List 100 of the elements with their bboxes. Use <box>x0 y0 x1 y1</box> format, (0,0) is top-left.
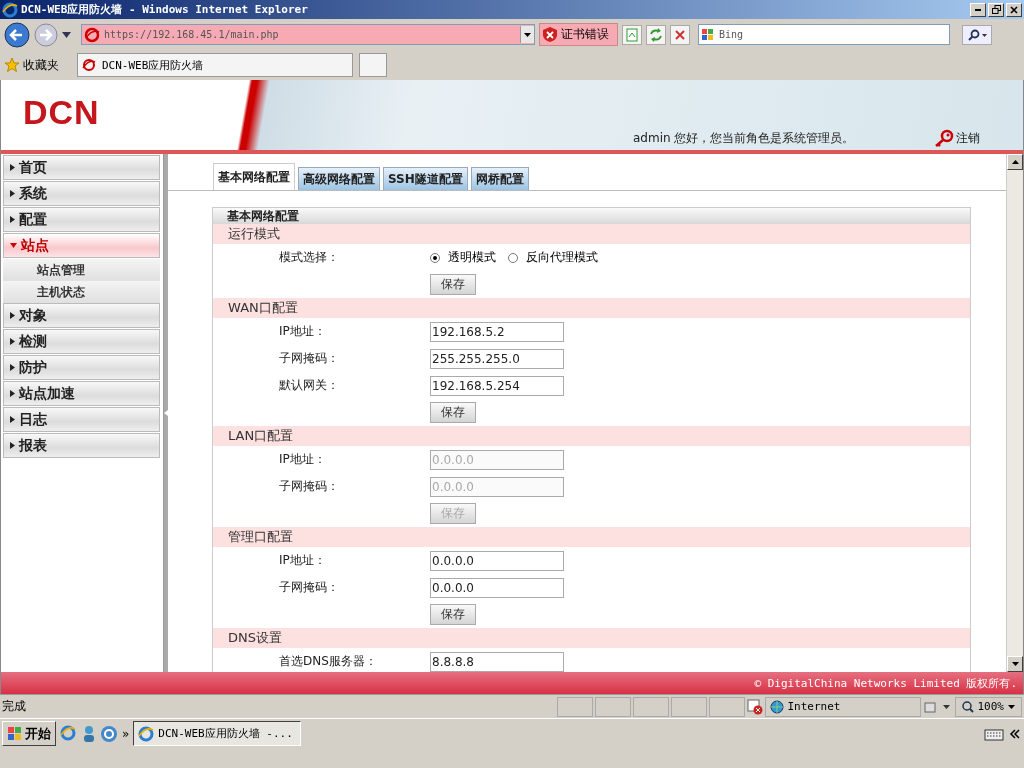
field-label: 模式选择： <box>278 249 340 266</box>
input-field[interactable]: 255.255.255.0 <box>430 348 564 369</box>
status-pane <box>556 696 593 717</box>
ie-logo-icon <box>2 1 18 18</box>
down-arrow-icon <box>1011 662 1019 666</box>
close-button[interactable] <box>1006 2 1022 17</box>
refresh-button[interactable] <box>646 24 666 45</box>
caret-right-icon <box>10 338 15 345</box>
stop-icon <box>674 28 686 41</box>
save-button[interactable]: 保存 <box>430 604 476 625</box>
scroll-up-button[interactable] <box>1007 154 1023 170</box>
blocked-icon <box>746 698 763 715</box>
status-pane <box>670 696 707 717</box>
scrollbar[interactable] <box>1006 154 1023 672</box>
circle-app-icon[interactable] <box>100 724 118 743</box>
input-field[interactable]: 8.8.8.8 <box>430 651 564 672</box>
scroll-down-button[interactable] <box>1007 656 1023 672</box>
sidebar-item[interactable]: 站点加速 <box>3 381 160 406</box>
caret-right-icon <box>10 390 15 397</box>
favorites-label: 收藏夹 <box>23 56 59 74</box>
sidebar-item[interactable]: 站点 <box>3 233 160 258</box>
browser-icon[interactable] <box>60 724 78 743</box>
stop-button[interactable] <box>670 24 690 45</box>
section-heading: LAN口配置 <box>213 426 970 446</box>
browser-icon <box>138 725 155 742</box>
collapse-arrow-icon <box>164 410 168 416</box>
sidebar-subitem[interactable]: 主机状态 <box>3 281 160 303</box>
logo: DCN <box>23 92 101 132</box>
radio-button[interactable] <box>430 252 440 263</box>
logout-link[interactable]: 注销 <box>934 129 981 150</box>
taskbar-button[interactable]: DCN-WEB应用防火墙 -... <box>133 721 302 746</box>
radio-button[interactable] <box>508 252 518 263</box>
tab[interactable]: 基本网络配置 <box>213 163 295 190</box>
greeting-text: admin 您好，您当前角色是系统管理员。 <box>633 130 855 147</box>
sidebar-item[interactable]: 对象 <box>3 303 160 328</box>
tab[interactable]: SSH隧道配置 <box>383 167 468 190</box>
windows-flag-icon <box>701 27 715 42</box>
minimize-icon <box>975 8 981 11</box>
zoom-control[interactable]: 100% <box>954 696 1022 717</box>
search-icon <box>967 28 987 41</box>
dropdown-arrow-icon[interactable] <box>62 31 71 38</box>
splitter-handle[interactable] <box>164 154 168 672</box>
cert-error-text: 证书错误 <box>561 26 609 43</box>
people-icon[interactable] <box>82 724 96 743</box>
sidebar-item[interactable]: 防护 <box>3 355 160 380</box>
sidebar-item[interactable]: 检测 <box>3 329 160 354</box>
certificate-error-button[interactable]: 证书错误 <box>539 23 618 46</box>
sidebar-item[interactable]: 系统 <box>3 181 160 206</box>
field-label: IP地址： <box>278 451 327 468</box>
search-button[interactable] <box>962 24 992 45</box>
input-field[interactable]: 192.168.5.254 <box>430 375 564 396</box>
star-icon <box>4 57 20 73</box>
sidebar-item[interactable]: 日志 <box>3 407 160 432</box>
page-icon <box>84 26 100 43</box>
back-icon[interactable] <box>4 21 30 48</box>
minimize-button[interactable] <box>970 2 986 17</box>
up-arrow-icon <box>1011 160 1019 164</box>
save-button[interactable]: 保存 <box>430 274 476 295</box>
search-field[interactable]: Bing <box>698 24 950 45</box>
sidebar-item[interactable]: 配置 <box>3 207 160 232</box>
save-button[interactable]: 保存 <box>430 402 476 423</box>
globe-icon <box>769 699 784 714</box>
status-text: 完成 <box>2 698 27 715</box>
start-button[interactable]: 开始 <box>2 721 56 746</box>
maximize-button[interactable] <box>988 2 1004 17</box>
refresh-icon <box>649 27 663 42</box>
radio-option[interactable]: 反向代理模式 <box>508 249 598 266</box>
section-heading: 运行模式 <box>213 224 970 244</box>
more-button[interactable]: » <box>122 726 130 741</box>
section-heading: 管理口配置 <box>213 527 970 547</box>
restore-icon <box>991 5 1001 14</box>
windows-flag-icon <box>7 725 23 742</box>
tab[interactable]: 高级网络配置 <box>298 167 380 190</box>
browser-tab[interactable]: DCN-WEB应用防火墙 <box>77 53 353 77</box>
sidebar-subitem[interactable]: 站点管理 <box>3 259 160 281</box>
section-heading: DNS设置 <box>213 628 970 648</box>
key-icon <box>934 129 955 147</box>
input-field[interactable]: 0.0.0.0 <box>430 577 564 598</box>
address-dropdown-button[interactable] <box>520 26 534 43</box>
close-icon <box>1010 5 1018 14</box>
field-label: 子网掩码： <box>278 478 340 495</box>
address-bar[interactable]: https://192.168.45.1/main.php <box>81 24 535 45</box>
sidebar-item[interactable]: 首页 <box>3 155 160 180</box>
sidebar-item[interactable]: 报表 <box>3 433 160 458</box>
caret-icon <box>1008 704 1015 709</box>
radio-option[interactable]: 透明模式 <box>430 249 496 266</box>
security-zone: Internet <box>764 696 921 717</box>
input-field[interactable]: 192.168.5.2 <box>430 321 564 342</box>
field-label: 子网掩码： <box>278 579 340 596</box>
url-text: https://192.168.45.1/main.php <box>104 29 280 40</box>
tab-title: DCN-WEB应用防火墙 <box>102 57 204 73</box>
caret-right-icon <box>10 190 15 197</box>
caret-right-icon <box>10 216 15 223</box>
window-title: DCN-WEB应用防火墙 - Windows Internet Explorer <box>21 2 309 17</box>
copyright-text: © DigitalChina Networks Limited 版权所有. <box>754 675 1017 691</box>
new-tab-button[interactable] <box>359 53 387 77</box>
tab[interactable]: 网桥配置 <box>470 167 529 190</box>
favorites-button[interactable]: 收藏夹 <box>4 56 59 74</box>
input-field[interactable]: 0.0.0.0 <box>430 550 564 571</box>
chevron-icon[interactable] <box>1008 726 1022 741</box>
